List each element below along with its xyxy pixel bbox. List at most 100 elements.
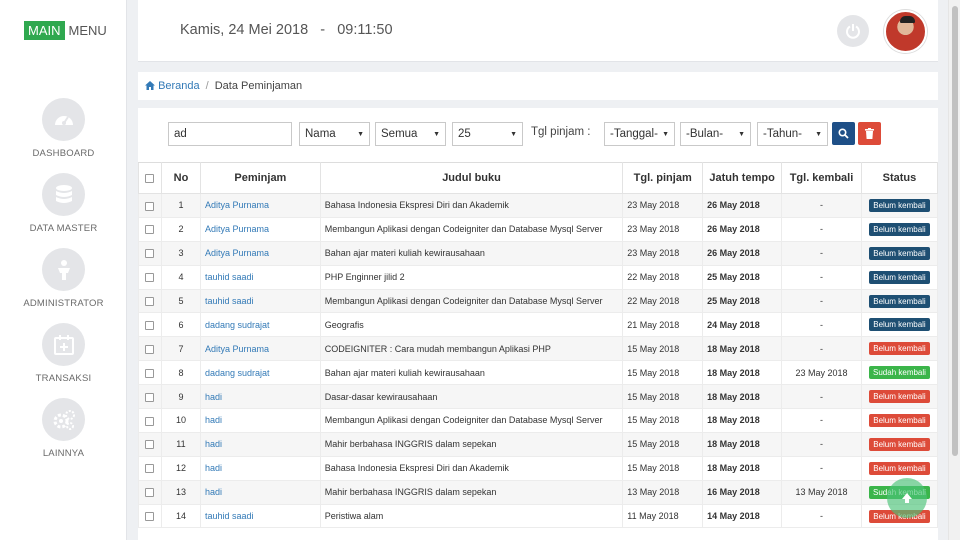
brand-main: MAIN [24,21,65,40]
row-checkbox[interactable] [145,368,155,378]
row-judul: Geografis [319,312,624,338]
sidebar-item-lainnya[interactable]: LAINNYA [0,398,127,459]
borrower-link[interactable]: hadi [205,463,222,473]
per-page-select[interactable]: 25 ▼ [452,122,523,146]
table-row: 5 tauhid saadi Membangun Aplikasi dengan C… [138,288,939,314]
row-checkbox[interactable] [145,488,155,498]
row-checkbox[interactable] [145,464,155,474]
breadcrumb-home[interactable]: Beranda [145,80,200,92]
scrollbar-thumb[interactable] [952,6,958,456]
borrower-link[interactable]: hadi [205,415,222,425]
row-checkbox-cell[interactable] [138,216,162,242]
day-select[interactable]: -Tanggal- ▼ [604,122,675,146]
row-checkbox-cell[interactable] [138,288,162,314]
row-checkbox[interactable] [145,416,155,426]
delete-button[interactable] [858,122,881,145]
row-checkbox-cell[interactable] [138,240,162,266]
year-select[interactable]: -Tahun- ▼ [757,122,828,146]
row-checkbox-cell[interactable] [138,264,162,290]
brand-logo[interactable]: MAIN MENU [24,21,107,40]
status-badge: Belum kembali [869,318,930,332]
row-tgl-kembali: - [781,240,862,266]
status-badge: Belum kembali [869,390,930,404]
sidebar-item-data-master[interactable]: DATA MASTER [0,173,127,234]
row-checkbox[interactable] [145,512,155,522]
search-button[interactable] [832,122,855,145]
row-no: 3 [160,240,201,266]
borrower-link[interactable]: Aditya Purnama [205,224,269,234]
row-checkbox-cell[interactable] [138,408,162,433]
row-checkbox[interactable] [145,201,155,211]
borrower-link[interactable]: tauhid saadi [205,272,254,282]
breadcrumb: Beranda / Data Peminjaman [138,72,938,100]
select-all-checkbox-cell[interactable] [138,162,162,194]
row-tgl-pinjam: 23 May 2018 [622,193,704,218]
row-checkbox-cell[interactable] [138,384,162,410]
row-checkbox-cell[interactable] [138,360,162,386]
row-checkbox[interactable] [145,320,155,330]
table-row: 9 hadi Dasar-dasar kewirausahaan 15 May 201… [138,384,939,410]
row-tgl-pinjam: 22 May 2018 [622,288,704,314]
row-checkbox[interactable] [145,297,155,307]
row-tgl-kembali: - [781,216,862,242]
select-all-checkbox[interactable] [145,173,155,183]
breadcrumb-current: Data Peminjaman [214,80,303,92]
row-checkbox-cell[interactable] [138,503,162,529]
datetime-separator: - [320,22,326,38]
row-peminjam-cell: dadang sudrajat [199,312,321,338]
database-icon [42,173,85,216]
row-checkbox[interactable] [145,440,155,450]
row-checkbox-cell[interactable] [138,431,162,457]
row-checkbox-cell[interactable] [138,455,162,481]
row-checkbox[interactable] [145,392,155,402]
row-tgl-kembali: - [781,336,862,362]
borrower-link[interactable]: hadi [205,439,222,449]
month-select[interactable]: -Bulan- ▼ [680,122,751,146]
status-select[interactable]: Semua ▼ [375,122,446,146]
row-tgl-kembali: - [781,312,862,338]
row-status-cell: Belum kembali [860,408,939,433]
row-no: 8 [160,360,201,386]
page-scrollbar[interactable] [948,0,960,540]
table-row: 4 tauhid saadi PHP Enginner jilid 2 22 May … [138,264,939,290]
borrower-link[interactable]: tauhid saadi [205,511,254,521]
row-jatuh-tempo: 26 May 2018 [702,193,783,218]
row-checkbox[interactable] [145,273,155,283]
row-tgl-pinjam: 21 May 2018 [622,312,704,338]
borrower-link[interactable]: Aditya Purnama [205,248,269,258]
borrower-link[interactable]: Aditya Purnama [205,200,269,210]
row-checkbox[interactable] [145,249,155,259]
row-jatuh-tempo: 16 May 2018 [702,479,783,505]
row-jatuh-tempo: 26 May 2018 [702,216,783,242]
row-tgl-pinjam: 15 May 2018 [622,360,704,386]
sidebar-item-administrator[interactable]: ADMINISTRATOR [0,248,127,309]
row-checkbox-cell[interactable] [138,312,162,338]
sidebar-item-dashboard[interactable]: DASHBOARD [0,98,127,159]
row-checkbox-cell[interactable] [138,193,162,218]
row-status-cell: Belum kembali [860,336,939,362]
row-checkbox[interactable] [145,225,155,235]
row-no: 12 [160,455,201,481]
row-judul: PHP Enginner jilid 2 [319,264,624,290]
scroll-top-button[interactable] [887,478,927,518]
column-header-no: No [160,162,201,194]
borrower-link[interactable]: hadi [205,487,222,497]
borrower-link[interactable]: dadang sudrajat [205,368,270,378]
row-checkbox[interactable] [145,344,155,354]
sidebar-item-label: ADMINISTRATOR [23,298,104,309]
borrower-link[interactable]: dadang sudrajat [205,320,270,330]
sidebar-item-label: DASHBOARD [32,148,95,159]
datetime-display: Kamis, 24 Mei 2018 - 09:11:50 [180,22,393,38]
avatar[interactable] [884,10,927,53]
row-checkbox-cell[interactable] [138,336,162,362]
power-icon[interactable] [837,15,869,47]
row-peminjam-cell: Aditya Purnama [199,336,321,362]
borrower-link[interactable]: Aditya Purnama [205,344,269,354]
borrower-link[interactable]: tauhid saadi [205,296,254,306]
row-peminjam-cell: tauhid saadi [199,503,321,529]
row-checkbox-cell[interactable] [138,479,162,505]
sidebar-item-transaksi[interactable]: TRANSAKSI [0,323,127,384]
search-input[interactable] [168,122,292,146]
borrower-link[interactable]: hadi [205,392,222,402]
field-select[interactable]: Nama ▼ [299,122,370,146]
